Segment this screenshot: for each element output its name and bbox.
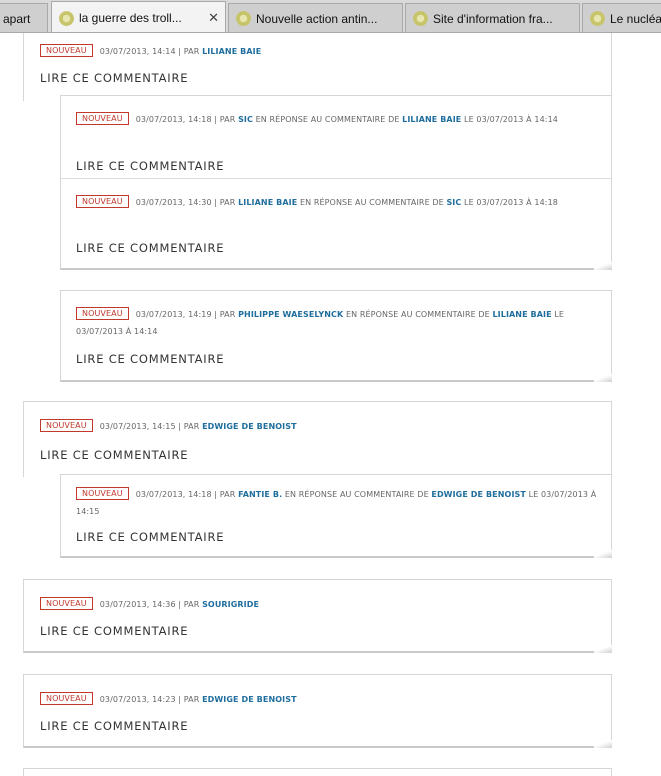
close-tab-icon[interactable]: ✕	[208, 10, 219, 26]
comment-meta: NOUVEAU 03/07/2013, 14:18 | PAR SIC EN RÉ…	[76, 111, 596, 128]
tab-site-information[interactable]: Site d'information fra...	[405, 3, 580, 32]
author-link[interactable]: EDWIGE DE BENOIST	[202, 695, 297, 704]
reply-to-link[interactable]: LILIANE BAIE	[402, 115, 461, 124]
new-badge: NOUVEAU	[40, 597, 93, 610]
reply-to-link[interactable]: LILIANE BAIE	[492, 310, 551, 319]
mediapart-favicon-icon	[236, 11, 251, 26]
comment-card: NOUVEAU 03/07/2013, 14:19 | PAR PHILIPPE …	[60, 290, 612, 382]
comment-meta: NOUVEAU 03/07/2013, 14:23 | PAR EDWIGE DE…	[40, 691, 297, 708]
divider	[61, 178, 611, 179]
reply-to-link[interactable]: SIC	[446, 198, 461, 207]
read-comment-link[interactable]: LIRE CE COMMENTAIRE	[76, 530, 224, 544]
comment-thread: NOUVEAU 03/07/2013, 14:14 | PAR LILIANE B…	[0, 33, 661, 776]
read-comment-link[interactable]: LIRE CE COMMENTAIRE	[40, 448, 188, 462]
reply-to-link[interactable]: EDWIGE DE BENOIST	[431, 490, 526, 499]
new-badge: NOUVEAU	[40, 692, 93, 705]
comment-meta: NOUVEAU 03/07/2013, 14:30 | PAR LILIANE B…	[76, 194, 596, 211]
author-link[interactable]: LILIANE BAIE	[202, 47, 261, 56]
tab-label: Le nucléa	[610, 11, 661, 26]
author-link[interactable]: LILIANE BAIE	[238, 198, 297, 207]
comment-card: NOUVEAU 03/07/2013, 14:36 | PAR SOURIGRID…	[23, 579, 612, 653]
new-badge: NOUVEAU	[76, 195, 129, 208]
read-comment-link[interactable]: LIRE CE COMMENTAIRE	[76, 241, 224, 255]
tab-nouvelle-action[interactable]: Nouvelle action antin...	[228, 3, 403, 32]
author-link[interactable]: SOURIGRIDE	[202, 600, 259, 609]
comment-card: NOUVEAU 03/07/2013, 14:23 | PAR EDWIGE DE…	[23, 674, 612, 748]
author-link[interactable]: EDWIGE DE BENOIST	[202, 422, 297, 431]
read-comment-link[interactable]: LIRE CE COMMENTAIRE	[40, 71, 188, 85]
comment-card: NOUVEAU 03/07/2013, 14:14 | PAR LILIANE B…	[23, 33, 612, 101]
read-comment-link[interactable]: LIRE CE COMMENTAIRE	[40, 624, 188, 638]
mediapart-favicon-icon	[590, 11, 605, 26]
mediapart-favicon-icon	[413, 11, 428, 26]
author-link[interactable]: FANTIE B.	[238, 490, 282, 499]
new-badge: NOUVEAU	[40, 44, 93, 57]
tab-guerre-des-trolls[interactable]: la guerre des troll... ✕	[51, 1, 226, 32]
browser-tab-strip: apart la guerre des troll... ✕ Nouvelle …	[0, 0, 661, 33]
tab-label: Nouvelle action antin...	[256, 11, 378, 26]
author-link[interactable]: PHILIPPE WAESELYNCK	[238, 310, 343, 319]
tab-mediapart[interactable]: apart	[0, 3, 48, 32]
comment-card: NOUVEAU 03/07/2013, 14:18 | PAR FANTIE B.…	[60, 474, 612, 558]
tab-label: la guerre des troll...	[79, 11, 182, 25]
tab-label: Site d'information fra...	[433, 11, 553, 26]
comment-meta: NOUVEAU 03/07/2013, 14:19 | PAR PHILIPPE …	[76, 307, 565, 336]
comment-meta: NOUVEAU 03/07/2013, 14:18 | PAR FANTIE B.…	[76, 487, 597, 516]
tab-le-nucleaire[interactable]: Le nucléa	[582, 3, 661, 32]
read-comment-link[interactable]: LIRE CE COMMENTAIRE	[40, 719, 188, 733]
new-badge: NOUVEAU	[76, 307, 129, 320]
mediapart-favicon-icon	[59, 10, 74, 26]
comment-meta: NOUVEAU 03/07/2013, 14:14 | PAR LILIANE B…	[40, 43, 261, 60]
reply-group: NOUVEAU 03/07/2013, 14:18 | PAR SIC EN RÉ…	[60, 95, 612, 270]
author-link[interactable]: SIC	[238, 115, 253, 124]
tab-label: apart	[3, 11, 31, 26]
new-badge: NOUVEAU	[40, 419, 93, 432]
comment-meta: NOUVEAU 03/07/2013, 14:36 | PAR SOURIGRID…	[40, 596, 259, 613]
read-comment-link[interactable]: LIRE CE COMMENTAIRE	[76, 159, 224, 173]
new-badge: NOUVEAU	[76, 487, 129, 500]
comment-card: NOUVEAU 03/07/2013, 14:15 | PAR EDWIGE DE…	[23, 401, 612, 477]
read-comment-link[interactable]: LIRE CE COMMENTAIRE	[76, 352, 224, 366]
new-badge: NOUVEAU	[76, 112, 129, 125]
comment-meta: NOUVEAU 03/07/2013, 14:15 | PAR EDWIGE DE…	[40, 418, 297, 435]
comment-card-partial	[23, 768, 612, 776]
